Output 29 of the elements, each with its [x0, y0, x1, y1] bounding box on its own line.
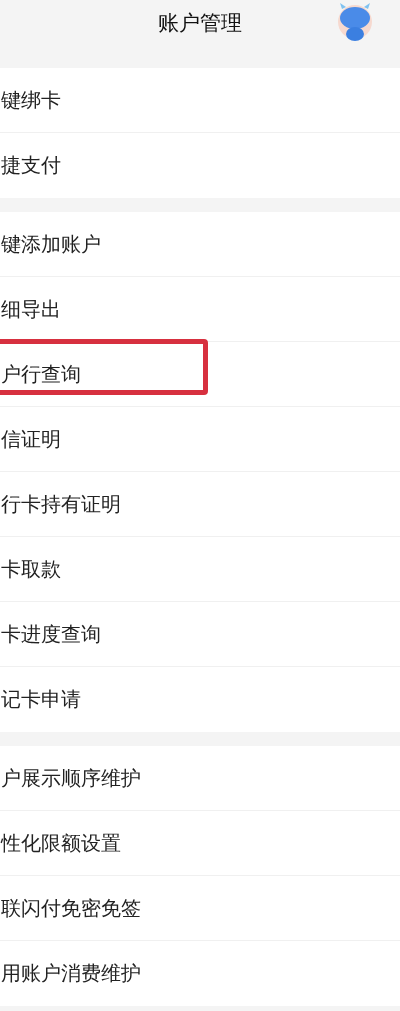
menu-item[interactable]: 细导出 [0, 277, 400, 342]
menu-item-label: 户展示顺序维护 [0, 764, 141, 792]
menu-item[interactable]: 键绑卡 [0, 68, 400, 133]
menu-item-label: 捷支付 [0, 151, 61, 179]
menu-item[interactable]: 记卡申请 [0, 667, 400, 732]
menu-item-label: 信证明 [0, 425, 61, 453]
menu-item-label: 细导出 [0, 295, 61, 323]
menu-item-label: 卡进度查询 [0, 620, 101, 648]
menu-item[interactable]: 行卡持有证明 [0, 472, 400, 537]
menu-item[interactable]: 性化限额设置 [0, 811, 400, 876]
menu-item[interactable]: 户行查询 [0, 342, 400, 407]
menu-item-label: 键添加账户 [0, 230, 101, 258]
menu-item[interactable]: 卡进度查询 [0, 602, 400, 667]
menu-item-label: 户行查询 [0, 360, 81, 388]
menu-item-label: 用账户消费维护 [0, 959, 141, 987]
menu-item-label: 记卡申请 [0, 685, 81, 713]
menu-item[interactable]: 联闪付免密免签 [0, 876, 400, 941]
menu-item[interactable]: 用账户消费维护 [0, 941, 400, 1006]
menu-item[interactable]: 键添加账户 [0, 212, 400, 277]
page-title: 账户管理 [158, 10, 242, 37]
menu-item[interactable]: 户展示顺序维护 [0, 746, 400, 811]
menu-item[interactable]: 捷支付 [0, 133, 400, 198]
menu-item-label: 性化限额设置 [0, 829, 121, 857]
menu-item-label: 联闪付免密免签 [0, 894, 141, 922]
menu-item[interactable]: 卡取款 [0, 537, 400, 602]
menu-item-label: 卡取款 [0, 555, 61, 583]
menu-item[interactable]: 信证明 [0, 407, 400, 472]
menu-item-label: 行卡持有证明 [0, 490, 121, 518]
menu-item-label: 键绑卡 [0, 86, 61, 114]
